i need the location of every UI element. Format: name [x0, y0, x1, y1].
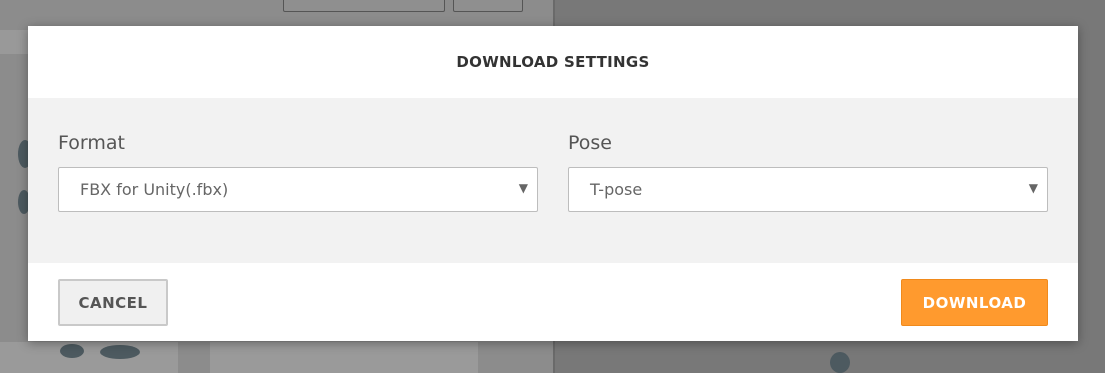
dialog-header: DOWNLOAD SETTINGS: [28, 26, 1078, 98]
triangle-down-icon: ▼: [1028, 181, 1038, 195]
dialog-title: DOWNLOAD SETTINGS: [456, 53, 650, 71]
background-figure: [60, 344, 84, 358]
dialog-body: Format FBX for Unity(.fbx) ▼ Pose T-pose…: [28, 98, 1078, 263]
pose-select[interactable]: T-pose ▼: [568, 167, 1048, 212]
background-figure: [100, 345, 140, 359]
background-input-field: [283, 0, 445, 12]
triangle-down-icon: ▼: [518, 181, 528, 195]
download-settings-dialog: DOWNLOAD SETTINGS Format FBX for Unity(.…: [28, 26, 1078, 341]
format-field: Format FBX for Unity(.fbx) ▼: [58, 131, 538, 212]
pose-label: Pose: [568, 132, 612, 154]
background-button: [453, 0, 523, 12]
format-label: Format: [58, 132, 125, 154]
format-selected-value: FBX for Unity(.fbx): [80, 180, 229, 199]
download-button[interactable]: DOWNLOAD: [901, 279, 1048, 326]
background-thumbnail: [210, 342, 478, 373]
format-select[interactable]: FBX for Unity(.fbx) ▼: [58, 167, 538, 212]
cancel-button[interactable]: CANCEL: [58, 279, 168, 326]
background-figure: [830, 352, 850, 373]
pose-field: Pose T-pose ▼: [568, 131, 1048, 212]
dialog-footer: CANCEL DOWNLOAD: [28, 263, 1078, 341]
pose-selected-value: T-pose: [590, 180, 643, 199]
background-thumbnail: [0, 342, 178, 373]
